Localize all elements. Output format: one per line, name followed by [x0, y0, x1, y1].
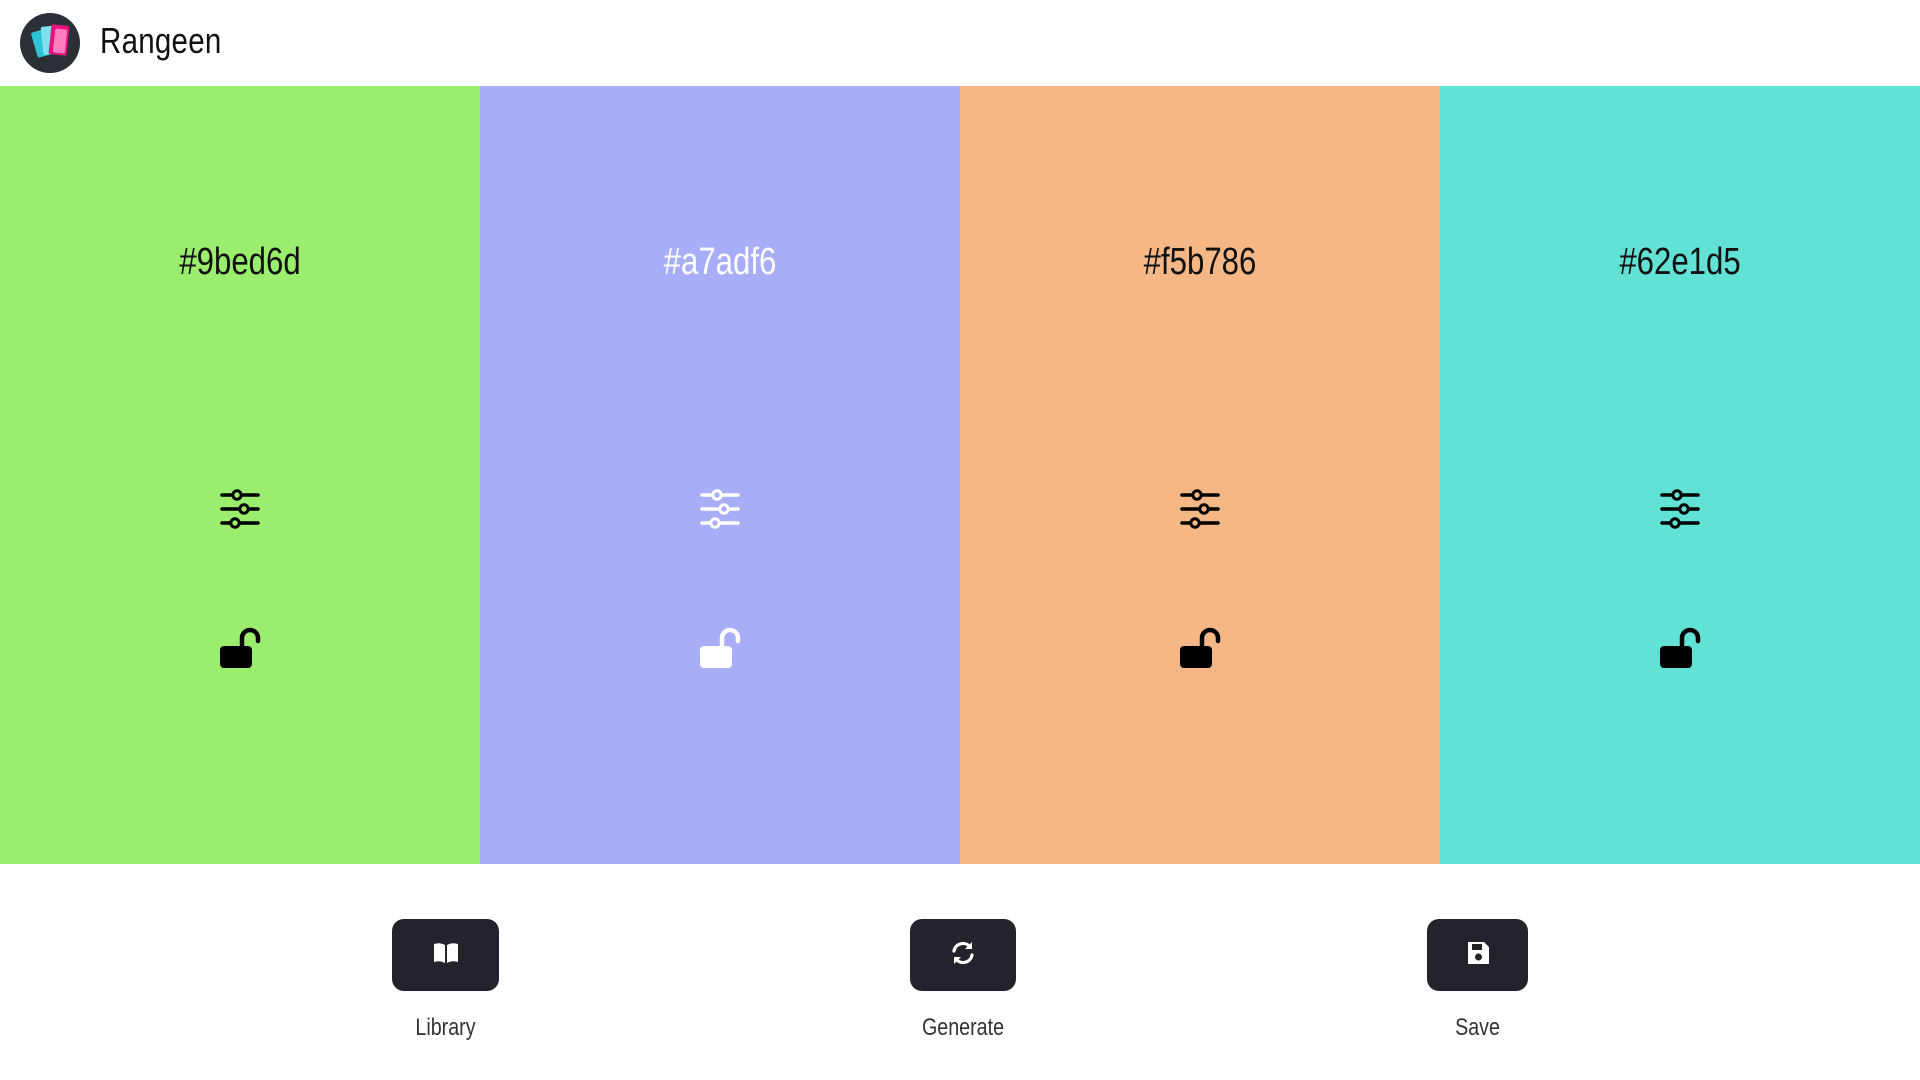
sliders-icon[interactable] [1659, 488, 1701, 530]
app-logo-icon [20, 13, 80, 73]
library-button[interactable] [392, 919, 499, 991]
color-swatch: #62e1d5 [1440, 86, 1920, 864]
unlock-icon[interactable] [1178, 624, 1224, 670]
library-label: Library [415, 1014, 476, 1041]
save-button[interactable] [1427, 919, 1528, 991]
bottom-toolbar: Library Generate Save [0, 864, 1920, 1080]
color-swatch: #9bed6d [0, 86, 480, 864]
app-title: Rangeen [100, 20, 222, 61]
sliders-icon[interactable] [219, 488, 261, 530]
swatch-hex-code[interactable]: #f5b786 [1003, 241, 1397, 284]
unlock-icon[interactable] [698, 624, 744, 670]
color-swatch: #a7adf6 [480, 86, 960, 864]
unlock-icon[interactable] [1658, 624, 1704, 670]
generate-label: Generate [921, 1014, 1005, 1041]
generate-button[interactable] [910, 919, 1016, 991]
refresh-icon [948, 938, 978, 973]
save-label: Save [1455, 1014, 1500, 1041]
swatch-hex-code[interactable]: #a7adf6 [523, 241, 917, 284]
color-palette: #9bed6d #a7adf6 #f5b786 #62e1d5 [0, 86, 1920, 864]
app-header: Rangeen [0, 0, 1920, 86]
sliders-icon[interactable] [699, 488, 741, 530]
sliders-icon[interactable] [1179, 488, 1221, 530]
color-swatch: #f5b786 [960, 86, 1440, 864]
swatch-hex-code[interactable]: #9bed6d [43, 241, 437, 284]
floppy-disk-icon [1463, 938, 1493, 973]
book-icon [431, 938, 461, 973]
unlock-icon[interactable] [218, 624, 264, 670]
swatch-hex-code[interactable]: #62e1d5 [1483, 241, 1877, 284]
